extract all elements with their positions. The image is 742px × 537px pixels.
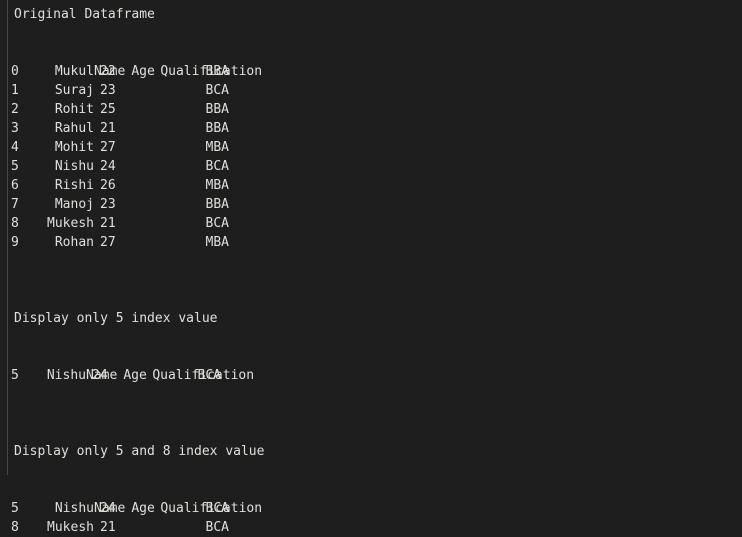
cell-name: Mohit	[54, 140, 94, 155]
cell-age: 23	[100, 83, 116, 98]
cell-name: Suraj	[54, 83, 94, 98]
cell-name: Nishu	[46, 368, 86, 383]
table-row: 9 Rohan 27 MBA	[0, 233, 742, 252]
cell-qualification: MBA	[205, 178, 229, 193]
table-row: 8 Mukesh 21 BCA	[0, 214, 742, 233]
section-heading-original-dataframe: Original Dataframe	[14, 7, 155, 22]
cell-index: 0	[11, 64, 19, 79]
cell-age: 24	[100, 159, 116, 174]
cell-age: 24	[92, 368, 108, 383]
cell-qualification: BBA	[205, 64, 229, 79]
cell-age: 27	[100, 235, 116, 250]
cell-qualification: BBA	[205, 102, 229, 117]
cell-index: 5	[11, 159, 19, 174]
cell-age: 21	[100, 216, 116, 231]
cell-age: 27	[100, 140, 116, 155]
cell-qualification: BCA	[205, 501, 229, 516]
cell-qualification: MBA	[205, 140, 229, 155]
cell-qualification: BCA	[205, 520, 229, 535]
cell-age: 26	[100, 178, 116, 193]
cell-age: 24	[100, 501, 116, 516]
table-row: 2 Rohit 25 BBA	[0, 100, 742, 119]
cell-name: Nishu	[54, 159, 94, 174]
cell-qualification: BCA	[205, 83, 229, 98]
table-row: 5 Nishu 24 BCA	[0, 366, 742, 385]
table-row: 6 Rishi 26 MBA	[0, 176, 742, 195]
table-header-row-1: Name Age Qualification	[0, 43, 742, 79]
cell-name: Rahul	[54, 121, 94, 136]
cell-name: Mukul	[54, 64, 94, 79]
cell-name: Mukesh	[47, 520, 94, 535]
section-heading-display-5: Display only 5 index value	[14, 311, 218, 326]
table-row: 0 Mukul 22 BBA	[0, 62, 742, 81]
cell-age: 22	[100, 64, 116, 79]
cell-qualification: MBA	[205, 235, 229, 250]
cell-name: Rohit	[54, 102, 94, 117]
cell-qualification: BBA	[205, 121, 229, 136]
table-row: 5 Nishu 24 BCA	[0, 157, 742, 176]
cell-age: 21	[100, 121, 116, 136]
cell-age: 25	[100, 102, 116, 117]
cell-index: 2	[11, 102, 19, 117]
cell-qualification: BCA	[205, 159, 229, 174]
cell-index: 9	[11, 235, 19, 250]
cell-index: 5	[11, 368, 19, 383]
cell-qualification: BBA	[205, 197, 229, 212]
cell-name: Manoj	[54, 197, 94, 212]
cell-qualification: BCA	[197, 368, 221, 383]
cell-name: Rohan	[54, 235, 94, 250]
cell-index: 8	[11, 216, 19, 231]
table-row: 5 Nishu 24 BCA	[0, 499, 742, 518]
cell-age: 23	[100, 197, 116, 212]
cell-qualification: BCA	[205, 216, 229, 231]
cell-name: Nishu	[54, 501, 94, 516]
table-row: 4 Mohit 27 MBA	[0, 138, 742, 157]
section-heading-display-5-and-8: Display only 5 and 8 index value	[14, 444, 265, 459]
cell-index: 4	[11, 140, 19, 155]
table-row: 1 Suraj 23 BCA	[0, 81, 742, 100]
cell-index: 1	[11, 83, 19, 98]
cell-index: 8	[11, 520, 19, 535]
table-row: 8 Mukesh 21 BCA	[0, 518, 742, 537]
table-header-row-3: Name Age Qualification	[0, 480, 742, 516]
cell-index: 6	[11, 178, 19, 193]
cell-index: 7	[11, 197, 19, 212]
terminal-output: Original Dataframe Name Age Qualification …	[0, 0, 742, 537]
cell-name: Rishi	[54, 178, 94, 193]
table-row: 3 Rahul 21 BBA	[0, 119, 742, 138]
cell-age: 21	[100, 520, 116, 535]
cell-name: Mukesh	[47, 216, 94, 231]
cell-index: 3	[11, 121, 19, 136]
table-header-row-2: Name Age Qualification	[0, 347, 742, 383]
cell-index: 5	[11, 501, 19, 516]
table-row: 7 Manoj 23 BBA	[0, 195, 742, 214]
